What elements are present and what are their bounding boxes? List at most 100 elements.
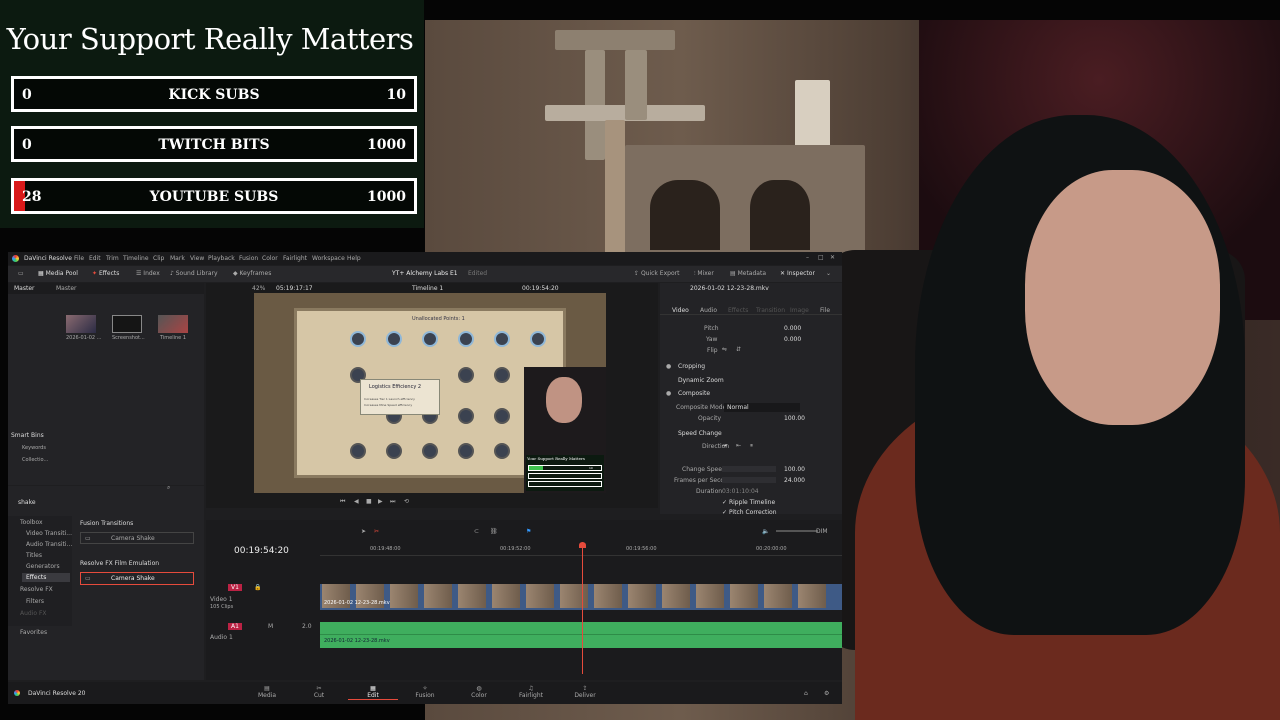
menu-fusion[interactable]: Fusion: [239, 255, 258, 262]
metadata-button[interactable]: ▤ Metadata: [730, 270, 766, 277]
playhead[interactable]: [582, 542, 583, 674]
pitch-value[interactable]: 0.000: [784, 325, 801, 332]
video-clip[interactable]: [730, 584, 758, 608]
tree-item[interactable]: Resolve FX: [20, 586, 53, 593]
flip-horizontal-icon[interactable]: ⇋: [722, 346, 727, 353]
section-speed-change[interactable]: Speed Change: [678, 430, 722, 437]
menu-fairlight[interactable]: Fairlight: [283, 255, 307, 262]
video-clip[interactable]: [628, 584, 656, 608]
breadcrumb[interactable]: Master: [56, 285, 77, 292]
home-icon[interactable]: ⌂: [804, 690, 808, 697]
close-icon[interactable]: ✕: [830, 254, 835, 261]
effect-item-selected[interactable]: ▭ Camera Shake: [80, 572, 194, 585]
tab-file[interactable]: File: [820, 307, 830, 314]
video-clip[interactable]: [798, 584, 826, 608]
viewer-zoom[interactable]: 42%: [252, 285, 265, 292]
tree-item[interactable]: Titles: [26, 552, 42, 559]
fps-value[interactable]: 24.000: [784, 477, 805, 484]
blade-tool-icon[interactable]: ✂: [374, 528, 379, 535]
duration-value[interactable]: 03:01:10:04: [722, 488, 759, 495]
pointer-tool-icon[interactable]: ➤: [361, 528, 366, 535]
page-fusion[interactable]: ✧ Fusion: [400, 686, 450, 700]
timeline-thumbnail[interactable]: [158, 315, 188, 333]
keyframes-button[interactable]: ◆ Keyframes: [233, 270, 271, 277]
menu-view[interactable]: View: [190, 255, 204, 262]
transport-stop-icon[interactable]: ■: [366, 498, 372, 505]
maximize-icon[interactable]: □: [818, 254, 824, 261]
direction-forward-icon[interactable]: ⇥: [722, 442, 727, 449]
tree-item[interactable]: Generators: [26, 563, 60, 570]
favorites-label[interactable]: Favorites: [20, 629, 47, 636]
expand-icon[interactable]: ⌄: [826, 270, 831, 277]
video-clip[interactable]: [662, 584, 690, 608]
tree-item[interactable]: Audio FX: [20, 610, 47, 617]
composite-mode-select[interactable]: Normal: [724, 403, 800, 412]
menu-workspace[interactable]: Workspace: [312, 255, 345, 262]
audio-track[interactable]: 2026-01-02 12-23-28.mkv: [320, 622, 842, 648]
tab-effects[interactable]: Effects: [728, 307, 748, 314]
a1-tag[interactable]: A1: [228, 623, 242, 630]
effect-item[interactable]: ▭ Camera Shake: [80, 532, 194, 544]
group-film-emulation[interactable]: Resolve FX Film Emulation: [80, 560, 159, 567]
timeline-name[interactable]: Timeline 1: [412, 285, 443, 292]
video-clip[interactable]: [526, 584, 554, 608]
fps-slider[interactable]: [722, 477, 776, 483]
yaw-value[interactable]: 0.000: [784, 336, 801, 343]
volume-slider[interactable]: [776, 530, 818, 532]
video-clip[interactable]: [390, 584, 418, 608]
tab-transition[interactable]: Transition: [756, 307, 785, 314]
monitor-icon[interactable]: ▭: [18, 270, 24, 277]
change-speed-value[interactable]: 100.00: [784, 466, 805, 473]
menu-clip[interactable]: Clip: [153, 255, 164, 262]
menu-trim[interactable]: Trim: [106, 255, 119, 262]
timeline-timecode[interactable]: 00:19:54:20: [234, 546, 289, 556]
gear-icon[interactable]: ⚙: [824, 690, 829, 697]
tree-item[interactable]: Audio Transiti...: [26, 541, 72, 548]
group-fusion-transitions[interactable]: Fusion Transitions: [80, 520, 133, 527]
sound-library-button[interactable]: ♪ Sound Library: [170, 270, 218, 277]
tree-item[interactable]: Video Transiti...: [26, 530, 72, 537]
video-clip[interactable]: [458, 584, 486, 608]
menu-timeline[interactable]: Timeline: [123, 255, 149, 262]
effects-button[interactable]: ✦ Effects: [92, 270, 119, 277]
pitch-correction-checkbox[interactable]: ✓ Pitch Correction: [722, 509, 777, 516]
video-track[interactable]: 2026-01-02 12-23-28.mkv: [320, 584, 842, 610]
loop-icon[interactable]: ⟲: [404, 498, 409, 505]
direction-freeze-icon[interactable]: ⏸: [750, 442, 753, 450]
menu-edit[interactable]: Edit: [89, 255, 101, 262]
menu-mark[interactable]: Mark: [170, 255, 185, 262]
effects-search-input[interactable]: shake: [18, 499, 36, 506]
change-speed-slider[interactable]: [722, 466, 776, 472]
tree-item[interactable]: Toolbox: [20, 519, 43, 526]
mute-icon[interactable]: M: [268, 623, 273, 630]
tree-item[interactable]: Filters: [26, 598, 44, 605]
transport-back-icon[interactable]: ◀: [354, 498, 359, 505]
page-edit[interactable]: ▦ Edit: [348, 686, 398, 700]
section-cropping[interactable]: Cropping: [678, 363, 705, 370]
video-clip[interactable]: [594, 584, 622, 608]
menu-playback[interactable]: Playback: [208, 255, 235, 262]
screenshot-thumbnail[interactable]: [112, 315, 142, 333]
bin-master[interactable]: Master: [14, 285, 35, 292]
index-button[interactable]: ☰ Index: [136, 270, 160, 277]
flip-vertical-icon[interactable]: ⇵: [736, 346, 741, 353]
direction-reverse-icon[interactable]: ⇤: [736, 442, 741, 449]
transport-play-icon[interactable]: ▶: [378, 498, 383, 505]
opacity-value[interactable]: 100.00: [784, 415, 805, 422]
video-clip[interactable]: [560, 584, 588, 608]
page-deliver[interactable]: ⇪ Deliver: [560, 686, 610, 700]
transport-prev-icon[interactable]: ⏮: [340, 498, 345, 506]
minimize-icon[interactable]: –: [806, 254, 809, 261]
clip-thumbnail[interactable]: [66, 315, 96, 333]
media-pool-button[interactable]: ▦ Media Pool: [38, 270, 78, 277]
link-icon[interactable]: ⛓: [490, 528, 498, 535]
quick-export-button[interactable]: ⇪ Quick Export: [634, 270, 679, 277]
search-icon[interactable]: ⌕: [167, 484, 170, 492]
inspector-button[interactable]: ✕ Inspector: [780, 270, 815, 277]
page-media[interactable]: ▤ Media: [242, 686, 292, 700]
smart-bin-collection[interactable]: Collectio...: [22, 457, 48, 463]
page-fairlight[interactable]: ♫ Fairlight: [506, 686, 556, 700]
menu-file[interactable]: File: [74, 255, 84, 262]
section-dynamic-zoom[interactable]: Dynamic Zoom: [678, 377, 724, 384]
section-composite[interactable]: Composite: [678, 390, 710, 397]
